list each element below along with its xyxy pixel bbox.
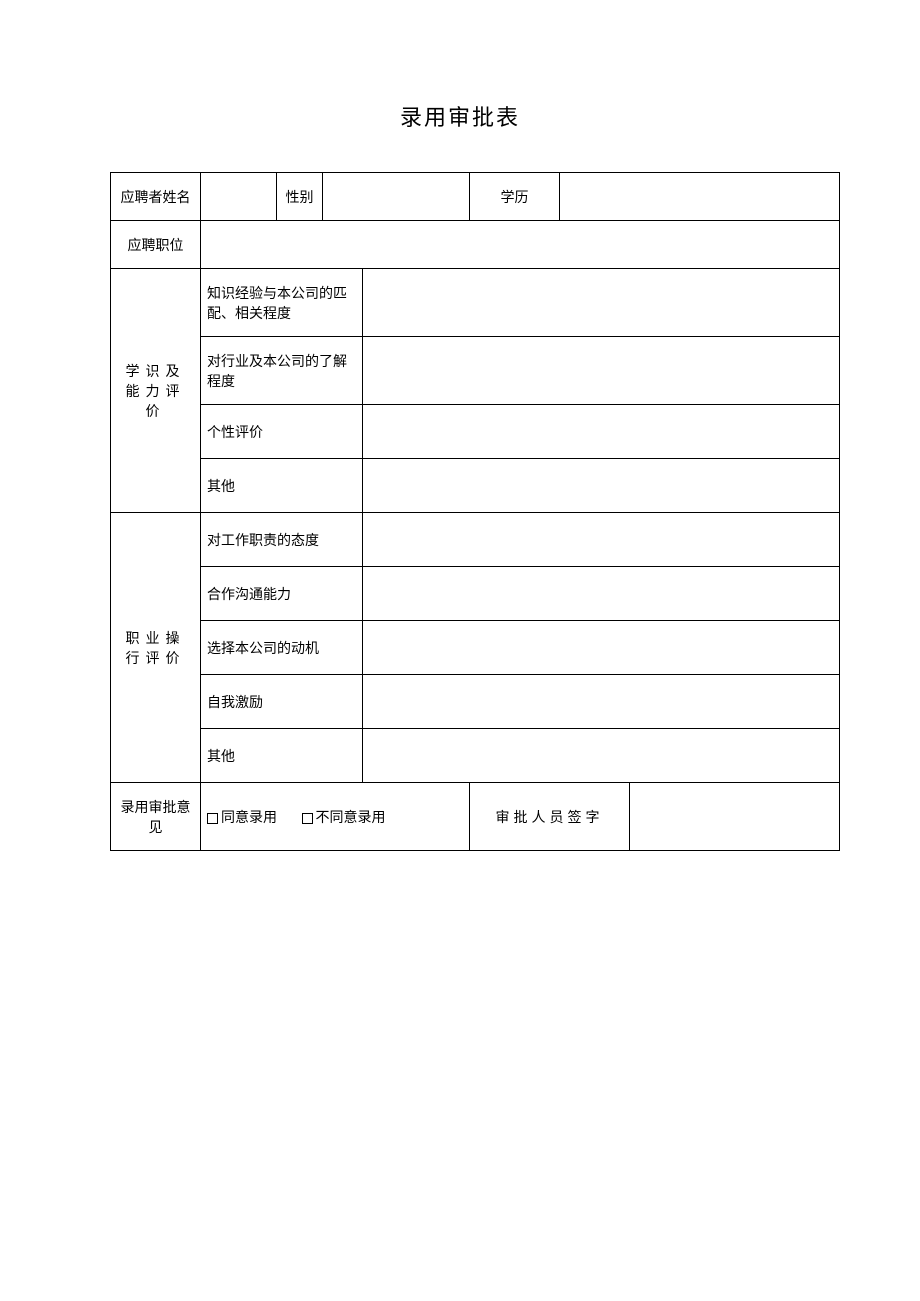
approval-options: 同意录用 不同意录用 xyxy=(201,783,470,851)
section2-value-0 xyxy=(363,513,840,567)
section2-value-4 xyxy=(363,729,840,783)
signer-value xyxy=(630,783,840,851)
name-label: 应聘者姓名 xyxy=(111,173,201,221)
education-value xyxy=(560,173,840,221)
section1-header: 学识及能力评价 xyxy=(111,269,201,513)
section1-value-3 xyxy=(363,459,840,513)
section2-item-1: 合作沟通能力 xyxy=(201,567,363,621)
disagree-text: 不同意录用 xyxy=(316,811,386,826)
section1-item-1: 对行业及本公司的了解程度 xyxy=(201,337,363,405)
section2-header: 职业操行评价 xyxy=(111,513,201,783)
section2-value-2 xyxy=(363,621,840,675)
agree-text: 同意录用 xyxy=(221,811,277,826)
section1-value-0 xyxy=(363,269,840,337)
checkbox-agree-icon[interactable] xyxy=(207,813,218,824)
approval-label: 录用审批意见 xyxy=(111,783,201,851)
section2-value-3 xyxy=(363,675,840,729)
section2-item-3: 自我激励 xyxy=(201,675,363,729)
section1-item-3: 其他 xyxy=(201,459,363,513)
section1-item-2: 个性评价 xyxy=(201,405,363,459)
section2-item-0: 对工作职责的态度 xyxy=(201,513,363,567)
section2-value-1 xyxy=(363,567,840,621)
checkbox-disagree-icon[interactable] xyxy=(302,813,313,824)
section2-item-4: 其他 xyxy=(201,729,363,783)
position-label: 应聘职位 xyxy=(111,221,201,269)
gender-label: 性别 xyxy=(277,173,323,221)
section1-value-2 xyxy=(363,405,840,459)
approval-form-table: 应聘者姓名 性别 学历 应聘职位 学识及能力评价 知识经验与本公司的匹配、相关程… xyxy=(110,172,840,851)
section1-value-1 xyxy=(363,337,840,405)
gender-value xyxy=(323,173,470,221)
name-value xyxy=(201,173,277,221)
position-value xyxy=(201,221,840,269)
form-title: 录用审批表 xyxy=(110,100,810,132)
section1-item-0: 知识经验与本公司的匹配、相关程度 xyxy=(201,269,363,337)
section2-item-2: 选择本公司的动机 xyxy=(201,621,363,675)
education-label: 学历 xyxy=(470,173,560,221)
signer-label: 审批人员签字 xyxy=(470,783,630,851)
